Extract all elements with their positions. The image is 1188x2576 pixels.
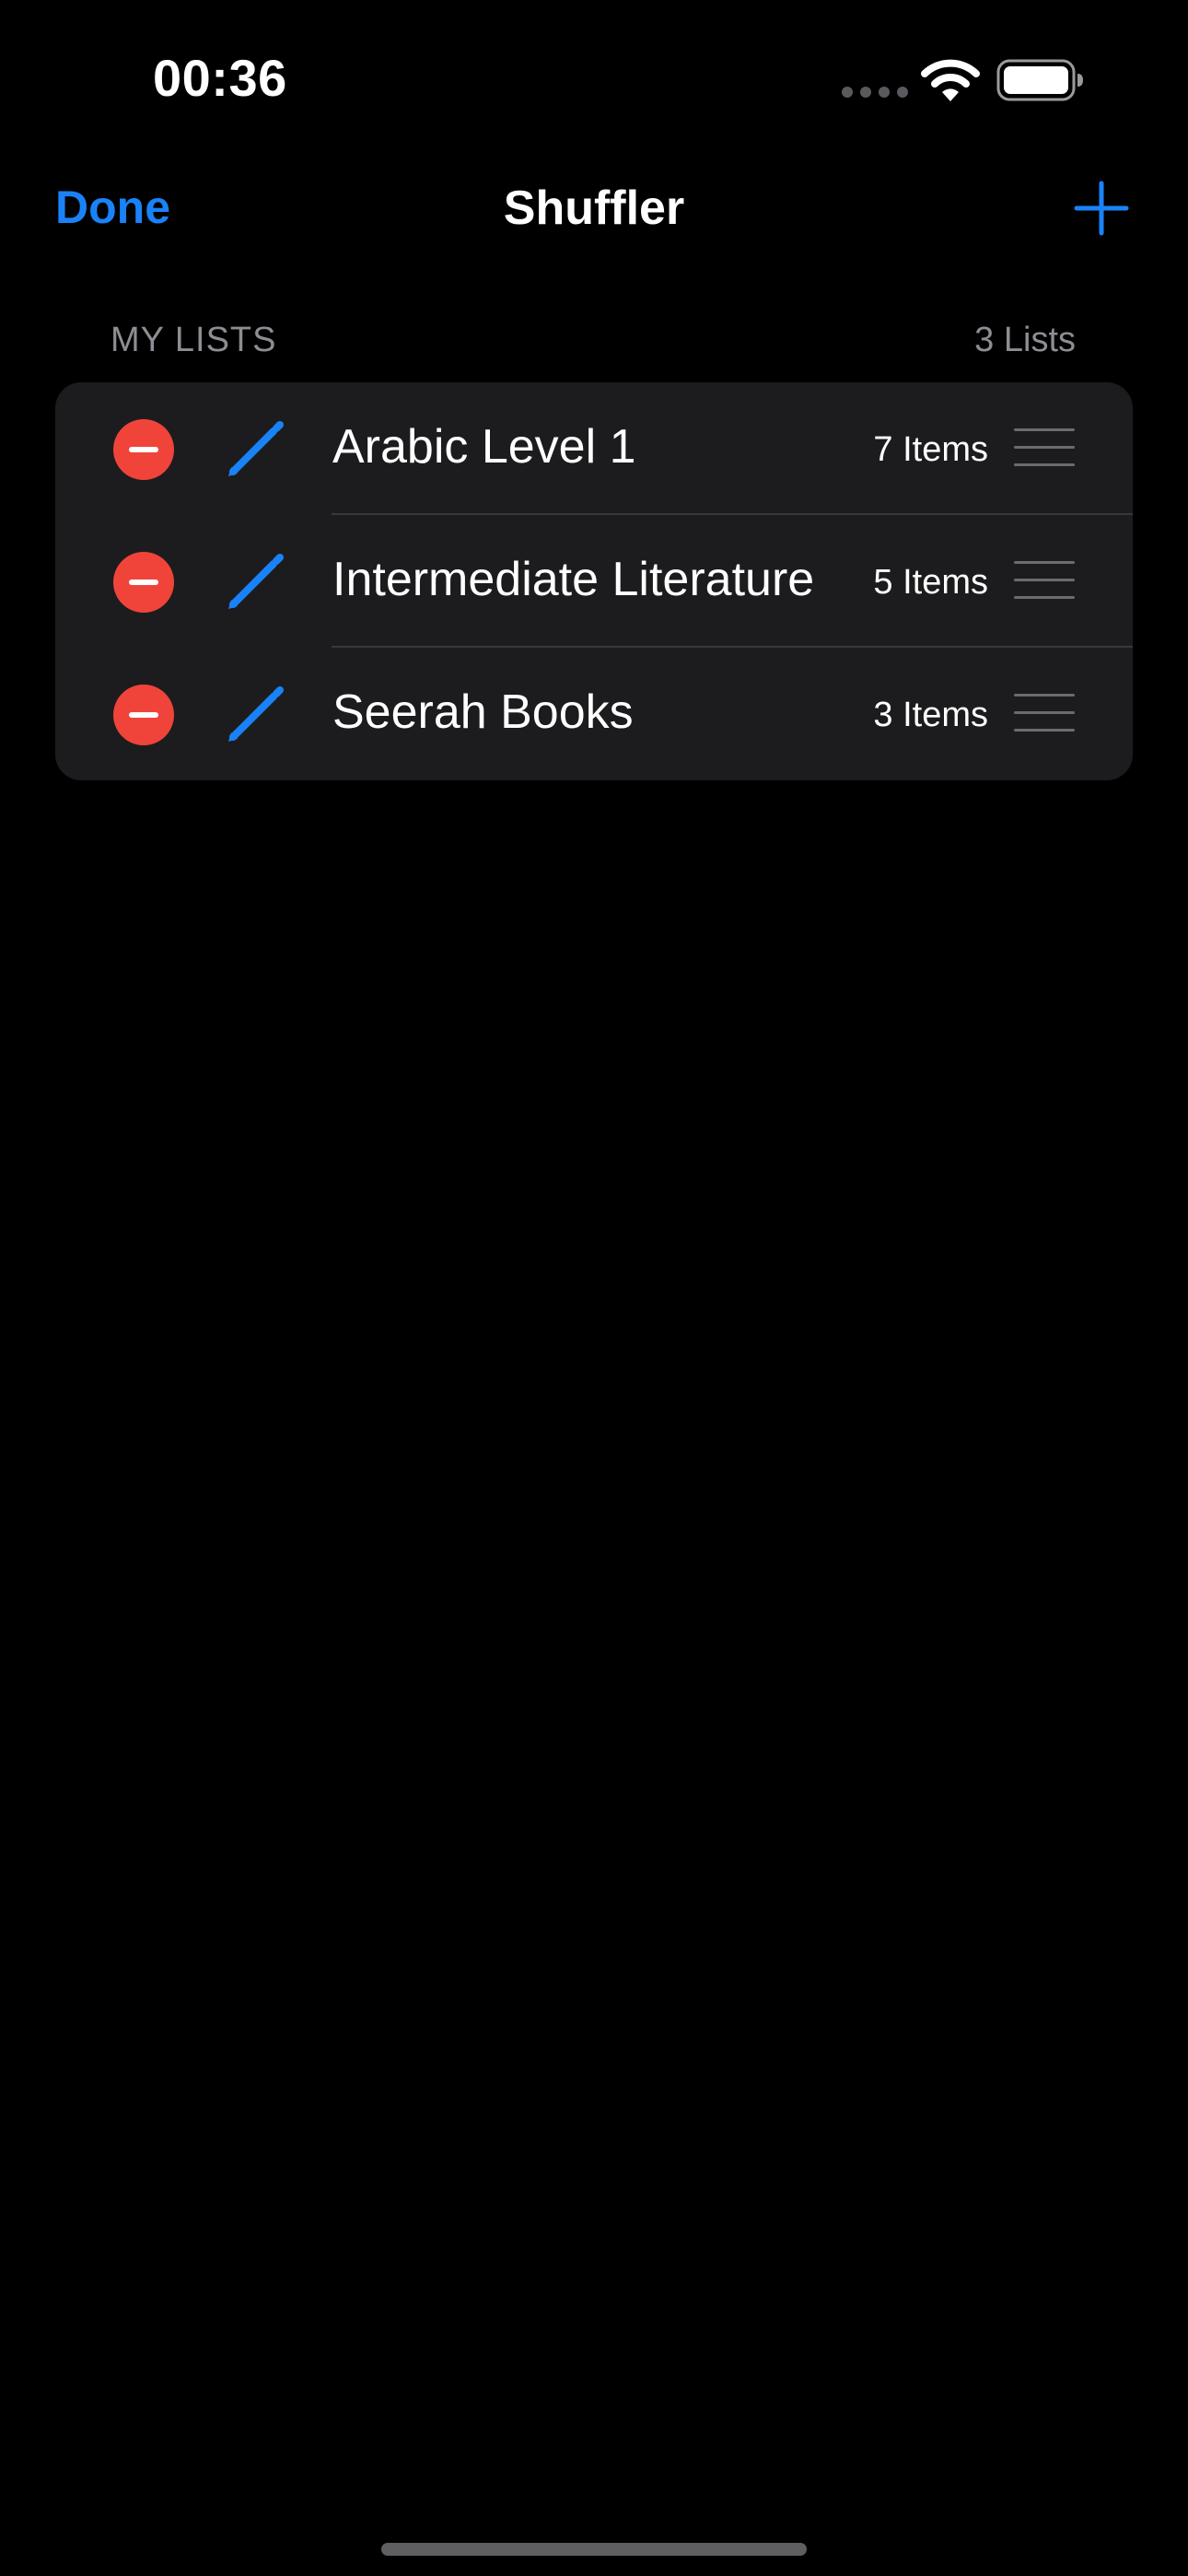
page-title: Shuffler [503,181,685,235]
pencil-icon [228,686,284,742]
delete-button[interactable] [113,419,174,480]
plus-icon [1074,181,1129,236]
battery-icon [996,59,1083,101]
edit-button[interactable] [226,419,285,478]
lists-card: Arabic Level 1 7 Items Intermediate Lite… [55,382,1133,780]
delete-button[interactable] [113,552,174,613]
section-header-count: 3 Lists [974,321,1076,359]
list-item[interactable]: Arabic Level 1 7 Items [55,382,1133,515]
list-title: Seerah Books [332,685,634,739]
reorder-handle-icon[interactable] [1014,694,1075,732]
edit-button[interactable] [226,552,285,611]
add-list-button[interactable] [1074,181,1129,236]
list-item-count: 7 Items [873,430,988,469]
delete-button[interactable] [113,685,174,745]
list-item[interactable]: Seerah Books 3 Items [55,648,1133,780]
list-item-count: 3 Items [873,696,988,734]
status-time: 00:36 [153,49,287,107]
list-title: Arabic Level 1 [332,420,636,474]
pencil-icon [228,554,284,609]
list-title: Intermediate Literature [332,553,815,606]
edit-button[interactable] [226,685,285,744]
cellular-signal-icon [842,87,908,98]
reorder-handle-icon[interactable] [1014,561,1075,600]
section-header-title: MY LISTS [111,321,277,359]
reorder-handle-icon[interactable] [1014,428,1075,467]
pencil-icon [228,421,284,476]
list-item[interactable]: Intermediate Literature 5 Items [55,515,1133,648]
wifi-icon [921,59,980,101]
home-indicator[interactable] [381,2543,807,2556]
list-item-count: 5 Items [873,563,988,602]
